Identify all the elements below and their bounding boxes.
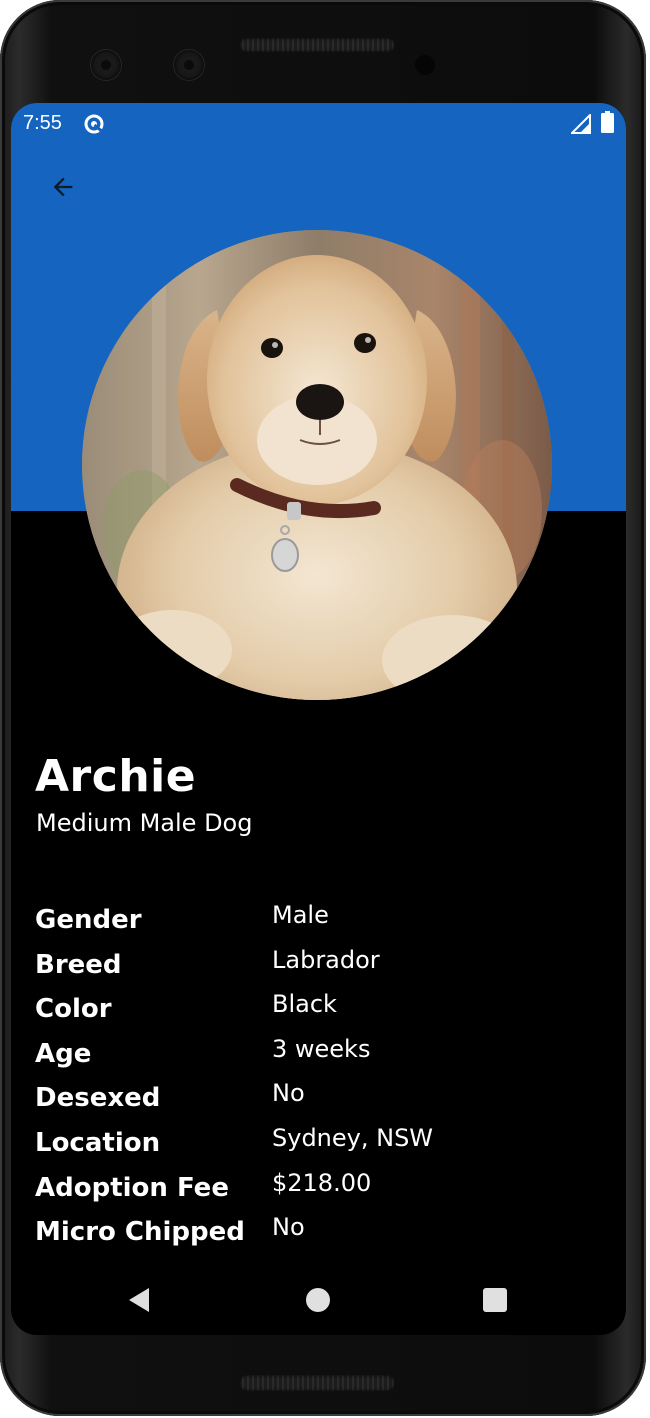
detail-value: Black <box>272 990 337 1019</box>
detail-row-location: Location Sydney, NSW <box>35 1124 615 1169</box>
detail-label: Breed <box>35 949 122 980</box>
detail-value: Male <box>272 901 329 929</box>
front-camera-secondary <box>174 50 204 80</box>
status-bar: 7:55 <box>11 103 626 143</box>
back-button[interactable] <box>41 165 85 209</box>
detail-value: $218.00 <box>272 1168 372 1197</box>
system-navigation-bar <box>11 1263 626 1335</box>
detail-label: Gender <box>35 905 142 935</box>
detail-row-age: Age 3 weeks <box>35 1035 615 1080</box>
detail-label: Micro Chipped <box>35 1217 245 1248</box>
detail-label: Desexed <box>35 1083 161 1114</box>
pet-subtitle: Medium Male Dog <box>36 809 253 837</box>
proximity-sensor <box>415 55 435 75</box>
battery-icon <box>601 111 614 133</box>
screen: 7:55 Archie Medium Male Dog Gender Male … <box>11 103 626 1335</box>
bottom-speaker <box>239 1375 395 1391</box>
detail-row-desexed: Desexed No <box>35 1079 615 1124</box>
detail-row-micro-chipped: Micro Chipped No <box>35 1213 615 1258</box>
nav-home-icon[interactable] <box>306 1288 330 1312</box>
detail-value: Sydney, NSW <box>272 1123 434 1152</box>
phone-frame: 7:55 Archie Medium Male Dog Gender Male … <box>0 0 646 1416</box>
detail-label: Location <box>35 1127 161 1158</box>
detail-value: Labrador <box>272 945 380 974</box>
detail-row-color: Color Black <box>35 990 615 1035</box>
status-time: 7:55 <box>23 112 62 134</box>
puppy-image <box>82 230 552 700</box>
pet-details-list: Gender Male Breed Labrador Color Black A… <box>35 901 615 1258</box>
detail-row-breed: Breed Labrador <box>35 946 615 991</box>
cell-signal-icon <box>571 114 591 134</box>
pet-name: Archie <box>35 751 197 802</box>
detail-label: Adoption Fee <box>35 1172 229 1203</box>
data-saver-icon <box>84 114 104 134</box>
arrow-back-icon <box>53 177 73 197</box>
detail-label: Age <box>35 1038 92 1069</box>
detail-value: No <box>272 1079 305 1108</box>
nav-back-icon[interactable] <box>125 1285 155 1315</box>
earpiece-speaker <box>239 38 395 52</box>
detail-label: Color <box>35 994 112 1025</box>
detail-row-gender: Gender Male <box>35 901 615 946</box>
detail-value: 3 weeks <box>272 1034 371 1063</box>
detail-value: No <box>272 1213 305 1242</box>
nav-recents-icon[interactable] <box>483 1288 507 1312</box>
front-camera <box>91 50 121 80</box>
pet-photo <box>82 230 552 700</box>
detail-row-adoption-fee: Adoption Fee $218.00 <box>35 1169 615 1214</box>
